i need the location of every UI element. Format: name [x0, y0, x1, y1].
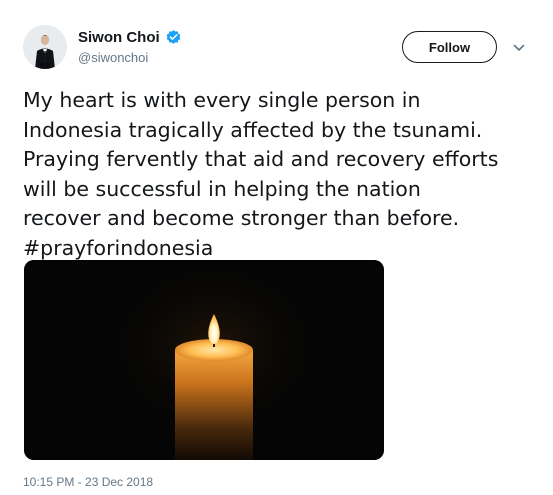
verified-badge-icon — [165, 29, 182, 46]
avatar[interactable] — [23, 25, 67, 69]
tweet-media-image[interactable] — [24, 260, 384, 460]
more-options-button[interactable] — [510, 40, 528, 56]
hashtag-link[interactable]: #prayforindonesia — [23, 234, 538, 264]
tweet-text-line: Praying fervently that aid and recovery … — [23, 147, 499, 171]
author-name-row: Siwon Choi — [78, 27, 182, 47]
tweet-text-line: My heart is with every single person in — [23, 88, 421, 112]
tweet-text-line: will be successful in helping the nation — [23, 176, 421, 201]
tweet-card: Siwon Choi @siwonchoi Follow My heart is… — [0, 0, 553, 495]
candle-image — [24, 260, 384, 460]
display-name[interactable]: Siwon Choi — [78, 29, 160, 46]
tweet-text-line: recover and become stronger than before. — [23, 206, 460, 230]
follow-button[interactable]: Follow — [402, 31, 497, 63]
avatar-image — [23, 25, 67, 69]
user-handle[interactable]: @siwonchoi — [78, 50, 148, 65]
tweet-text: My heart is with every single person in … — [23, 86, 538, 263]
chevron-down-icon — [513, 44, 525, 51]
tweet-timestamp[interactable]: 10:15 PM - 23 Dec 2018 — [23, 475, 153, 489]
tweet-text-line: Indonesia tragically affected by the tsu… — [23, 117, 483, 142]
